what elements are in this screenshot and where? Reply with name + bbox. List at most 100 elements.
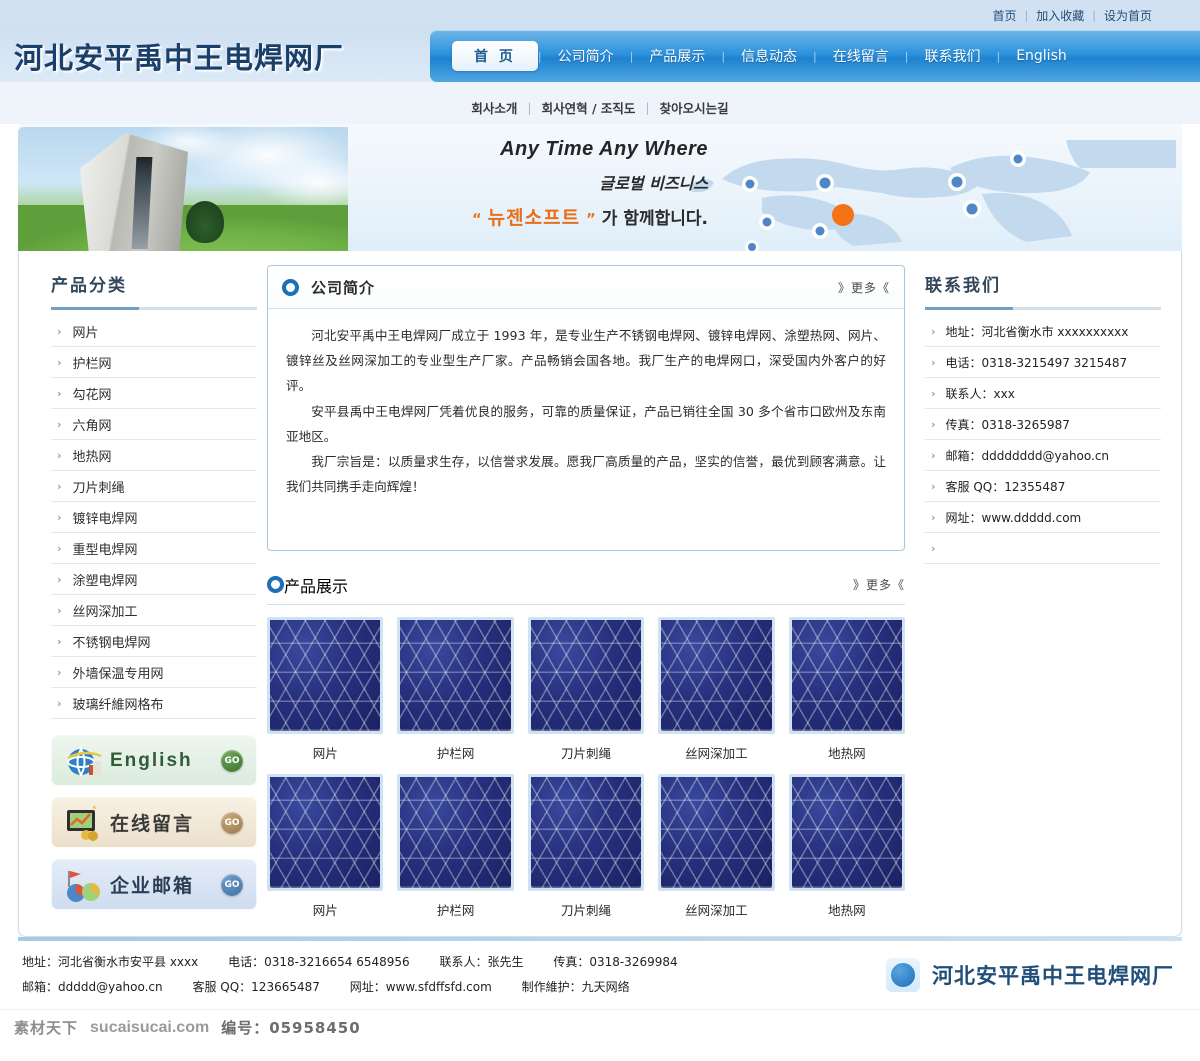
product-thumbnail[interactable] xyxy=(788,617,906,734)
chevron-right-icon: › xyxy=(931,479,936,493)
site-logo[interactable]: 河北安平禹中王电焊网厂 xyxy=(0,30,430,82)
company-intro-more-link[interactable]: 》更多《 xyxy=(838,279,890,296)
go-badge: GO xyxy=(221,873,243,896)
footer-address: 地址：河北省衡水市安平县 xxxx xyxy=(22,954,199,969)
product-card[interactable]: 地热网 xyxy=(788,617,906,774)
company-intro-paragraph: 河北安平禹中王电焊网厂成立于 1993 年，是专业生产不锈钢电焊网、镀锌电焊网、… xyxy=(286,328,886,394)
product-card[interactable]: 丝网深加工 xyxy=(658,774,775,931)
main-column: 公司简介 》更多《 河北安平禹中王电焊网厂成立于 1993 年，是专业生产不锈钢… xyxy=(257,265,921,936)
sidebar-item-hulanwang[interactable]: › 护栏网 xyxy=(51,347,257,378)
sidebar-item-wangpian[interactable]: › 网片 xyxy=(51,316,257,347)
product-caption: 地热网 xyxy=(828,746,866,761)
sidebar-item-label: 不锈钢电焊网 xyxy=(72,635,151,651)
sidebar-item-label: 地热网 xyxy=(72,449,112,465)
sidebar-title-rule xyxy=(51,307,257,310)
online-message-button-label: 在线留言 xyxy=(110,813,195,835)
product-card[interactable]: 护栏网 xyxy=(397,774,514,931)
product-thumbnail[interactable] xyxy=(788,774,906,891)
contact-item-qq: › 客服 QQ：12355487 xyxy=(925,471,1161,502)
watermark-bar: 素材天下 sucaisucai.com 编号：05958450 xyxy=(0,1009,1200,1045)
company-intro-panel: 公司简介 》更多《 河北安平禹中王电焊网厂成立于 1993 年，是专业生产不锈钢… xyxy=(267,265,905,551)
nav-item-about[interactable]: 公司简介 xyxy=(542,46,630,66)
chevron-right-icon: › xyxy=(57,324,62,338)
sidebar-item-buxiugang-dianhanwang[interactable]: › 不锈钢电焊网 xyxy=(51,626,257,657)
banner-line-1: Any Time Any Where xyxy=(500,138,708,160)
subnav-item-company-intro[interactable]: 회사소개 xyxy=(471,98,517,117)
sidebar-item-label: 玻璃纤維网格布 xyxy=(72,697,164,713)
chevron-right-icon: › xyxy=(931,448,936,462)
sidebar-item-tusu-dianhanwang[interactable]: › 涂塑电焊网 xyxy=(51,564,257,595)
nav-item-home[interactable]: 首 页 xyxy=(452,41,538,71)
contact-title: 联系我们 xyxy=(925,276,1001,296)
chevron-right-icon: › xyxy=(57,386,62,400)
top-link-home[interactable]: 首页 xyxy=(985,7,1025,24)
online-message-button[interactable]: 在线留言 GO xyxy=(51,797,257,848)
nav-item-english[interactable]: English xyxy=(1000,48,1083,64)
product-thumbnail[interactable] xyxy=(267,774,384,891)
chevron-right-icon: › xyxy=(931,417,936,431)
product-thumbnail[interactable] xyxy=(527,617,645,734)
product-thumbnail[interactable] xyxy=(397,617,514,734)
footer-info: 地址：河北省衡水市安平县 xxxx 电话：0318-3216654 654895… xyxy=(22,950,704,1000)
subnav-item-directions[interactable]: 찾아오시는길 xyxy=(660,98,729,117)
nav-item-contact[interactable]: 联系我们 xyxy=(908,46,996,66)
banner-photo xyxy=(18,127,348,251)
sidebar-item-label: 护栏网 xyxy=(72,356,112,372)
product-card[interactable]: 刀片刺绳 xyxy=(527,617,645,774)
contact-item-label: 传真：0318-3265987 xyxy=(945,417,1070,432)
subnav-item-history-org[interactable]: 회사연혁 / 조직도 xyxy=(542,98,636,117)
footer-email: 邮箱：ddddd@yahoo.cn xyxy=(22,980,163,994)
contact-item-address: › 地址：河北省衡水市 xxxxxxxxxx xyxy=(925,316,1161,347)
product-card[interactable]: 丝网深加工 xyxy=(658,617,775,774)
company-mailbox-button[interactable]: 企业邮箱 GO xyxy=(51,859,257,910)
sidebar-item-duxin-dianhanwang[interactable]: › 镀锌电焊网 xyxy=(51,502,257,533)
sidebar-item-label: 网片 xyxy=(72,325,99,341)
chevron-right-icon: › xyxy=(57,634,62,648)
footer-website: 网址：www.sfdffsfd.com xyxy=(349,980,492,994)
product-showcase-more-link[interactable]: 》更多《 xyxy=(853,576,905,593)
main-content-card: 产品分类 › 网片 › 护栏网 › 勾花网 › 六角网 › 地热网 › 刀片刺绳… xyxy=(18,251,1182,937)
top-link-favorite[interactable]: 加入收藏 xyxy=(1028,7,1092,24)
subnav-separator: | xyxy=(645,99,650,115)
product-thumbnail[interactable] xyxy=(658,774,775,891)
footer-line-1: 地址：河北省衡水市安平县 xxxx 电话：0318-3216654 654895… xyxy=(22,950,704,975)
sidebar: 产品分类 › 网片 › 护栏网 › 勾花网 › 六角网 › 地热网 › 刀片刺绳… xyxy=(29,265,257,936)
sidebar-item-label: 外墙保温专用网 xyxy=(72,666,164,682)
sidebar-item-label: 刀片刺绳 xyxy=(72,480,125,496)
go-badge: GO xyxy=(221,749,243,772)
footer-logo: 河北安平禹中王电焊网厂 xyxy=(886,958,1174,992)
product-card[interactable]: 网片 xyxy=(267,774,384,931)
sidebar-title: 产品分类 xyxy=(51,276,127,296)
product-thumbnail[interactable] xyxy=(658,617,775,734)
english-button[interactable]: English GO xyxy=(51,735,257,786)
product-card[interactable]: 地热网 xyxy=(788,774,906,931)
product-thumbnail[interactable] xyxy=(267,617,384,734)
top-link-sethome[interactable]: 设为首页 xyxy=(1096,7,1160,24)
sidebar-item-gouhuawang[interactable]: › 勾花网 xyxy=(51,378,257,409)
product-card[interactable]: 刀片刺绳 xyxy=(527,774,645,931)
product-thumbnail[interactable] xyxy=(397,774,514,891)
subnav-separator: | xyxy=(527,99,532,115)
sidebar-item-siwang-shenjiagong[interactable]: › 丝网深加工 xyxy=(51,595,257,626)
sidebar-item-waiqiang-baowenwang[interactable]: › 外墙保温专用网 xyxy=(51,657,257,688)
product-caption: 刀片刺绳 xyxy=(561,746,612,761)
sidebar-item-boli-xianwei-wanggebu[interactable]: › 玻璃纤維网格布 xyxy=(51,688,257,719)
sidebar-item-daopiancisheng[interactable]: › 刀片刺绳 xyxy=(51,471,257,502)
contact-item-label: 网址：www.ddddd.com xyxy=(945,510,1082,525)
sidebar-item-liujiaowang[interactable]: › 六角网 xyxy=(51,409,257,440)
circle-bullet-icon xyxy=(282,278,299,296)
sidebar-item-direwang[interactable]: › 地热网 xyxy=(51,440,257,471)
nav-item-products[interactable]: 产品展示 xyxy=(633,46,721,66)
footer-line-2: 邮箱：ddddd@yahoo.cn 客服 QQ：123665487 网址：www… xyxy=(22,975,704,1000)
product-thumbnail[interactable] xyxy=(527,774,645,891)
company-intro-header: 公司简介 》更多《 xyxy=(268,266,904,309)
product-card[interactable]: 网片 xyxy=(267,617,384,774)
sidebar-item-zhongxing-dianhanwang[interactable]: › 重型电焊网 xyxy=(51,533,257,564)
banner-quote-open: “ xyxy=(471,210,482,228)
contact-title-rule xyxy=(925,307,1161,310)
product-card[interactable]: 护栏网 xyxy=(397,617,514,774)
sidebar-item-label: 六角网 xyxy=(72,418,112,434)
nav-item-news[interactable]: 信息动态 xyxy=(725,46,813,66)
contact-item-fax: › 传真：0318-3265987 xyxy=(925,409,1161,440)
nav-item-message[interactable]: 在线留言 xyxy=(817,46,905,66)
